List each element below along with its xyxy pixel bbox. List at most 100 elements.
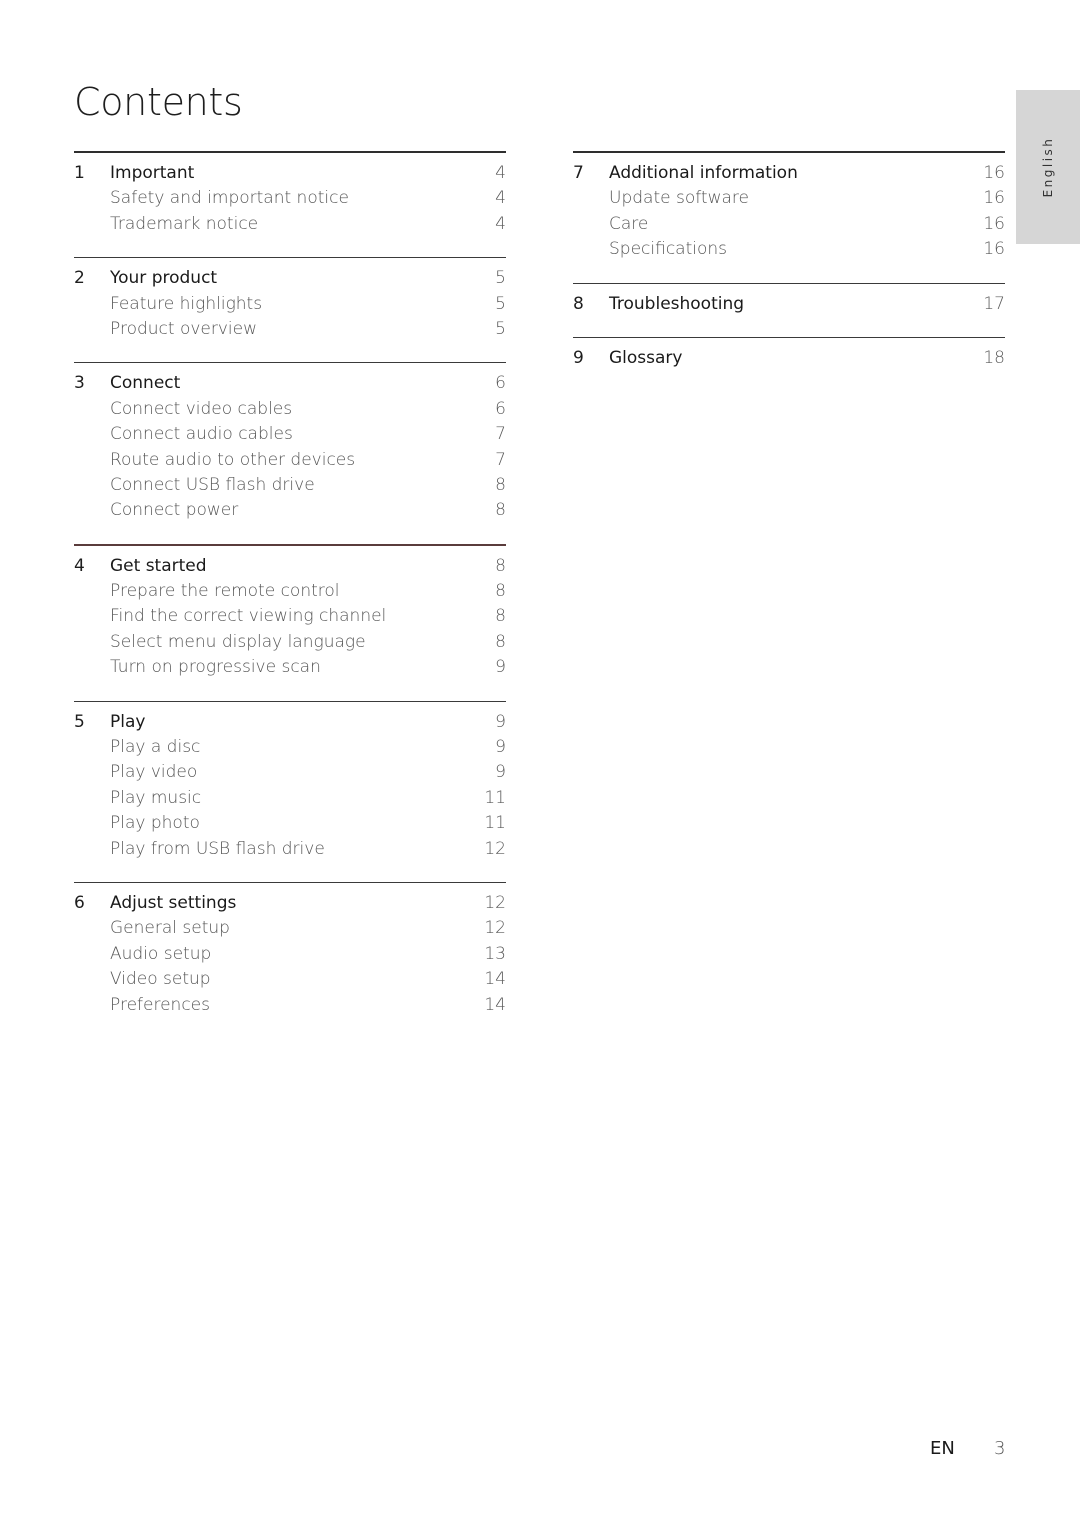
page-number: 8 xyxy=(495,606,506,627)
footer-lang-code: EN xyxy=(930,1438,955,1459)
toc-section-8: 8 Troubleshooting 17 xyxy=(573,282,1005,337)
toc-chapter-entry[interactable]: 6 Adjust settings 12 xyxy=(74,891,506,916)
chapter-number: 7 xyxy=(573,163,584,183)
language-tab: English xyxy=(1016,90,1080,244)
toc-column-left: 1 Important 4 Safety and important notice 4 T… xyxy=(74,151,506,1038)
toc-chapter-entry[interactable]: 4 Get started 8 xyxy=(74,554,506,579)
toc-subentry[interactable]: Select menu display language 8 xyxy=(74,630,506,655)
toc-section-2: 2 Your product 5 Feature highlights 5 Product… xyxy=(74,257,506,362)
page-number: 8 xyxy=(495,474,506,495)
subentry-title: Find the correct viewing channel xyxy=(110,606,387,627)
chapter-title: Connect xyxy=(110,373,181,394)
toc-subentry[interactable]: Play video 9 xyxy=(74,760,506,785)
toc-chapter-entry[interactable]: 2 Your product 5 xyxy=(74,266,506,291)
toc-chapter-entry[interactable]: 7 Additional information 16 xyxy=(573,161,1005,186)
page-number: 9 xyxy=(495,737,506,758)
page-number: 16 xyxy=(983,213,1005,234)
subentry-title: Play a disc xyxy=(110,737,201,758)
chapter-title: Important xyxy=(110,163,195,183)
subentry-title: Connect power xyxy=(110,500,239,521)
page-number: 11 xyxy=(484,787,506,808)
toc-subentry[interactable]: Connect audio cables 7 xyxy=(74,422,506,447)
chapter-title: Additional information xyxy=(609,163,798,183)
toc-section-7: 7 Additional information 16 Update software… xyxy=(573,151,1005,283)
page-number: 9 xyxy=(495,657,506,678)
toc-section-1: 1 Important 4 Safety and important notice 4 T… xyxy=(74,151,506,257)
subentry-title: Connect USB flash drive xyxy=(110,474,315,495)
toc-subentry[interactable]: Play music 11 xyxy=(74,786,506,811)
chapter-title: Your product xyxy=(110,268,218,289)
toc-subentry[interactable]: Connect video cables 6 xyxy=(74,397,506,422)
subentry-title: Play photo xyxy=(110,813,200,834)
page-number: 5 xyxy=(495,318,506,339)
page-number: 12 xyxy=(484,838,506,859)
page-number: 12 xyxy=(484,918,506,939)
page-number: 4 xyxy=(495,163,506,183)
chapter-number: 5 xyxy=(74,711,85,732)
page-number: 12 xyxy=(484,892,506,913)
page-number: 8 xyxy=(495,500,506,521)
toc-subentry[interactable]: Prepare the remote control 8 xyxy=(74,579,506,604)
page-number: 8 xyxy=(495,581,506,602)
page-number: 7 xyxy=(495,449,506,470)
chapter-number: 6 xyxy=(74,892,85,913)
subentry-title: Video setup xyxy=(110,969,211,990)
toc-subentry[interactable]: Audio setup 13 xyxy=(74,942,506,967)
toc-subentry[interactable]: Turn on progressive scan 9 xyxy=(74,655,506,680)
page-number: 17 xyxy=(983,293,1005,314)
page-title: Contents xyxy=(74,80,243,124)
toc-subentry[interactable]: Connect power 8 xyxy=(74,498,506,523)
toc-subentry[interactable]: Play photo 11 xyxy=(74,811,506,836)
toc-subentry[interactable]: Specifications 16 xyxy=(573,237,1005,262)
page-number: 11 xyxy=(484,813,506,834)
page-number: 8 xyxy=(495,631,506,652)
toc-chapter-entry[interactable]: 1 Important 4 xyxy=(74,161,506,186)
page-number: 5 xyxy=(495,293,506,314)
toc-subentry[interactable]: Product overview 5 xyxy=(74,317,506,342)
toc-section-5: 5 Play 9 Play a disc 9 Play video 9 Play music 1… xyxy=(74,700,506,882)
toc-subentry[interactable]: Video setup 14 xyxy=(74,967,506,992)
subentry-title: Prepare the remote control xyxy=(110,581,340,602)
subentry-title: Play video xyxy=(110,762,198,783)
toc-subentry[interactable]: Update software 16 xyxy=(573,186,1005,211)
toc-subentry[interactable]: Play a disc 9 xyxy=(74,735,506,760)
page-number: 13 xyxy=(484,943,506,964)
subentry-title: Specifications xyxy=(609,239,728,260)
subentry-title: Connect audio cables xyxy=(110,424,293,445)
toc-section-3: 3 Connect 6 Connect video cables 6 Connect au… xyxy=(74,362,506,543)
toc-subentry[interactable]: Care 16 xyxy=(573,212,1005,237)
page-number: 16 xyxy=(983,239,1005,260)
subentry-title: Feature highlights xyxy=(110,293,263,314)
page-number: 4 xyxy=(495,188,506,209)
subentry-title: Safety and important notice xyxy=(110,188,349,209)
subentry-title: Connect video cables xyxy=(110,398,293,419)
toc-subentry[interactable]: General setup 12 xyxy=(74,916,506,941)
page-number: 9 xyxy=(495,762,506,783)
toc-chapter-entry[interactable]: 3 Connect 6 xyxy=(74,371,506,396)
page-number: 4 xyxy=(495,213,506,234)
subentry-title: Play from USB flash drive xyxy=(110,838,325,859)
page-number: 7 xyxy=(495,424,506,445)
footer-page-number: 3 xyxy=(994,1438,1006,1459)
toc-chapter-entry[interactable]: 8 Troubleshooting 17 xyxy=(573,292,1005,317)
page-number: 14 xyxy=(484,994,506,1015)
toc-subentry[interactable]: Route audio to other devices 7 xyxy=(74,448,506,473)
page-number: 6 xyxy=(495,373,506,394)
chapter-number: 1 xyxy=(74,163,85,183)
page-number: 9 xyxy=(495,711,506,732)
subentry-title: Turn on progressive scan xyxy=(110,657,321,678)
toc-chapter-entry[interactable]: 5 Play 9 xyxy=(74,710,506,735)
toc-subentry[interactable]: Trademark notice 4 xyxy=(74,212,506,237)
toc-subentry[interactable]: Play from USB flash drive 12 xyxy=(74,837,506,862)
toc-chapter-entry[interactable]: 9 Glossary 18 xyxy=(573,346,1005,371)
page-number: 14 xyxy=(484,969,506,990)
toc-subentry[interactable]: Find the correct viewing channel 8 xyxy=(74,604,506,629)
chapter-title: Adjust settings xyxy=(110,892,237,913)
subentry-title: Care xyxy=(609,213,649,234)
toc-subentry[interactable]: Feature highlights 5 xyxy=(74,292,506,317)
toc-subentry[interactable]: Preferences 14 xyxy=(74,993,506,1018)
toc-subentry[interactable]: Safety and important notice 4 xyxy=(74,186,506,211)
page-footer: EN 3 xyxy=(930,1438,1005,1459)
toc-subentry[interactable]: Connect USB flash drive 8 xyxy=(74,473,506,498)
chapter-title: Troubleshooting xyxy=(609,293,745,314)
